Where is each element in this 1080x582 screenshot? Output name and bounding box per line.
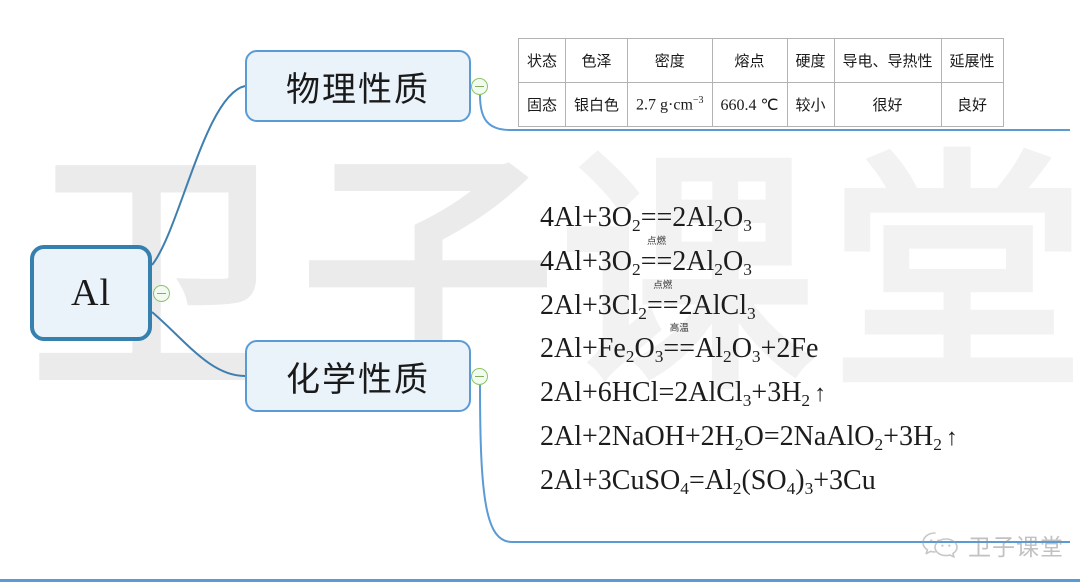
chemical-equation: 4Al+3O2 点燃 ==2Al2O3 [540, 237, 958, 282]
reaction-condition-label: 点燃 [653, 279, 673, 291]
equals-sign: == [640, 245, 673, 277]
gas-arrow-icon: ↑ [945, 424, 958, 451]
reaction-condition: 高温 == [663, 324, 695, 368]
equation-text: ==2Al [640, 202, 715, 233]
equation-text: 2Al+2NaOH+2H [540, 420, 735, 452]
equation-text: 4Al+3O [540, 202, 633, 233]
branch-node-label: 物理性质 [286, 69, 430, 110]
subscript: 3 [654, 347, 664, 367]
table-header-cell: 导电、导热性 [833, 38, 942, 83]
mindmap-canvas: 卫 子 课 堂 Al 物理性质 化学性质 状态 色泽 密度 熔点 硬度 导电、导… [0, 0, 1080, 582]
brand-watermark-text: 卫子课堂 [968, 535, 1064, 561]
branch-node-label: 化学性质 [286, 359, 430, 400]
table-cell-ductility: 良好 [940, 82, 1004, 127]
subscript: 2 [632, 215, 641, 235]
chemical-equation: 2Al+Fe2O3 高温 ==Al2O3+2Fe [540, 324, 958, 369]
table-header-cell: 状态 [517, 38, 567, 83]
table-cell-conductivity: 很好 [833, 82, 942, 127]
subscript: 2 [723, 347, 732, 367]
equation-text: +2Fe [760, 333, 819, 365]
reaction-condition-label: 点燃 [646, 235, 667, 247]
branch-node-physical-properties[interactable]: 物理性质 [245, 50, 471, 122]
equation-text: (SO [741, 464, 787, 496]
subscript: 2 [714, 259, 723, 279]
subscript: 4 [680, 478, 689, 498]
chemical-equation: 2Al+2NaOH+2H2O=2NaAlO2+3H2 ↑ [540, 419, 958, 457]
chemical-equation-list: 4Al+3O2==2Al2O3 4Al+3O2 点燃 ==2Al2O3 2Al+3Cl2… [540, 200, 958, 500]
equation-text: 2AlCl [678, 289, 747, 321]
physical-properties-table: 状态 色泽 密度 熔点 硬度 导电、导热性 延展性 固态 银白色 2.7 g·c… [517, 38, 1004, 127]
subscript: 2 [801, 390, 811, 410]
subscript: 3 [751, 347, 761, 367]
reaction-condition-label: 高温 [669, 323, 689, 335]
gas-arrow-icon: ↑ [814, 381, 827, 408]
equation-text: +3H [751, 377, 802, 409]
subscript: 2 [734, 434, 744, 454]
subscript: 2 [632, 259, 641, 279]
equals-sign: == [663, 333, 695, 365]
reaction-condition: 点燃 == [646, 281, 679, 325]
minus-circle-icon[interactable] [153, 285, 170, 302]
equation-text: 4Al+3O [540, 245, 633, 277]
chemical-equation: 2Al+6HCl=2AlCl3+3H2 ↑ [540, 375, 958, 413]
root-node-al[interactable]: Al [30, 245, 152, 341]
brand-watermark: 卫子课堂 [921, 528, 1064, 562]
subscript: 3 [743, 215, 752, 235]
minus-circle-icon[interactable] [471, 368, 488, 385]
branch-node-chemical-properties[interactable]: 化学性质 [245, 340, 471, 412]
equation-text: =Al [688, 464, 733, 496]
equation-text: +3Cu [813, 464, 876, 496]
equation-text: O [634, 333, 655, 365]
subscript: 4 [786, 478, 796, 498]
table-header-cell: 色泽 [565, 38, 629, 83]
table-header-cell: 熔点 [711, 38, 788, 83]
equation-text: 2Al+Fe [540, 333, 626, 365]
density-exponent: −3 [692, 94, 704, 106]
equation-text: 2Al [672, 245, 715, 277]
table-cell-color: 银白色 [565, 82, 629, 127]
equation-text: 2Al+3CuSO [540, 464, 681, 496]
chemical-equation: 2Al+3CuSO4=Al2(SO4)3+3Cu [540, 463, 958, 501]
table-cell-melting-point: 660.4 ℃ [711, 82, 788, 127]
chemical-equation: 4Al+3O2==2Al2O3 [540, 200, 958, 238]
equation-text: 2Al+3Cl [540, 289, 639, 321]
equation-text: ) [795, 464, 805, 496]
equation-text: Al [695, 333, 723, 365]
density-value: 2.7 g·cm [636, 96, 693, 114]
table-header-cell: 密度 [627, 38, 713, 83]
subscript: 2 [714, 215, 723, 235]
root-node-label: Al [71, 272, 111, 314]
chemical-equation: 2Al+3Cl2 点燃 ==2AlCl3 [540, 281, 958, 326]
equation-text: O [722, 202, 744, 233]
table-header-cell: 延展性 [940, 38, 1004, 83]
subscript: 3 [804, 478, 814, 498]
table-header-row: 状态 色泽 密度 熔点 硬度 导电、导热性 延展性 [517, 38, 1004, 83]
reaction-condition: 点燃 == [640, 237, 673, 281]
wechat-icon [922, 532, 958, 558]
equation-text: O [722, 245, 744, 277]
minus-circle-icon[interactable] [471, 78, 488, 95]
equation-text: O [731, 333, 752, 365]
table-header-cell: 硬度 [786, 38, 835, 83]
table-cell-density: 2.7 g·cm−3 [627, 82, 713, 127]
subscript: 2 [874, 434, 884, 454]
subscript: 2 [638, 303, 647, 323]
subscript: 3 [743, 259, 752, 279]
table-cell-hardness: 较小 [786, 82, 835, 127]
equation-text: O=2NaAlO [743, 420, 875, 452]
table-value-row: 固态 银白色 2.7 g·cm−3 660.4 ℃ 较小 很好 良好 [517, 82, 1004, 127]
equation-text: 2Al+6HCl=2AlCl [540, 377, 743, 409]
equation-text: +3H [883, 420, 934, 452]
subscript: 2 [933, 434, 942, 454]
subscript: 3 [747, 303, 756, 323]
equals-sign: == [646, 289, 679, 321]
table-cell-state: 固态 [517, 82, 567, 127]
